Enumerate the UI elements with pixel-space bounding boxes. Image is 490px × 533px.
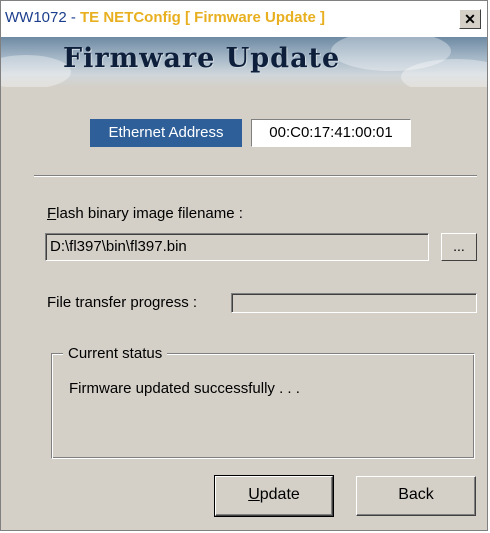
ethernet-address-value: 00:C0:17:41:00:01 [251,119,411,147]
update-button-mnemonic: U [248,486,260,503]
update-button-label: pdate [259,486,300,503]
flash-filename-label: Flash binary image filename : [47,205,243,222]
flash-filename-label-mnemonic: F [47,205,57,222]
title-bar[interactable]: WW1072 - TE NETConfig [ Firmware Update … [1,1,487,37]
banner: Firmware Update [1,37,487,87]
transfer-progress-bar [231,293,477,313]
current-status-title: Current status [63,345,168,362]
ethernet-address-label: Ethernet Address [90,119,242,147]
banner-title: Firmware Update [63,43,341,74]
window-title: WW1072 - TE NETConfig [ Firmware Update … [5,9,325,26]
transfer-progress-label: File transfer progress : [47,294,198,311]
flash-filename-field[interactable]: D:\fl397\bin\fl397.bin [45,233,429,261]
browse-button[interactable]: ... [441,233,477,261]
window-title-main: TE NETConfig [ Firmware Update ] [80,9,326,26]
banner-cloud-decoration [1,55,71,87]
window-title-prefix: WW1072 - [5,9,81,26]
close-icon: ✕ [464,11,476,27]
current-status-group [51,353,475,459]
current-status-message: Firmware updated successfully . . . [69,380,300,397]
flash-filename-label-text: lash binary image filename : [56,205,243,222]
firmware-update-dialog: WW1072 - TE NETConfig [ Firmware Update … [0,0,488,531]
update-button[interactable]: Update [214,475,334,517]
close-button[interactable]: ✕ [459,9,481,29]
separator-line [34,175,477,177]
back-button[interactable]: Back [356,476,476,516]
